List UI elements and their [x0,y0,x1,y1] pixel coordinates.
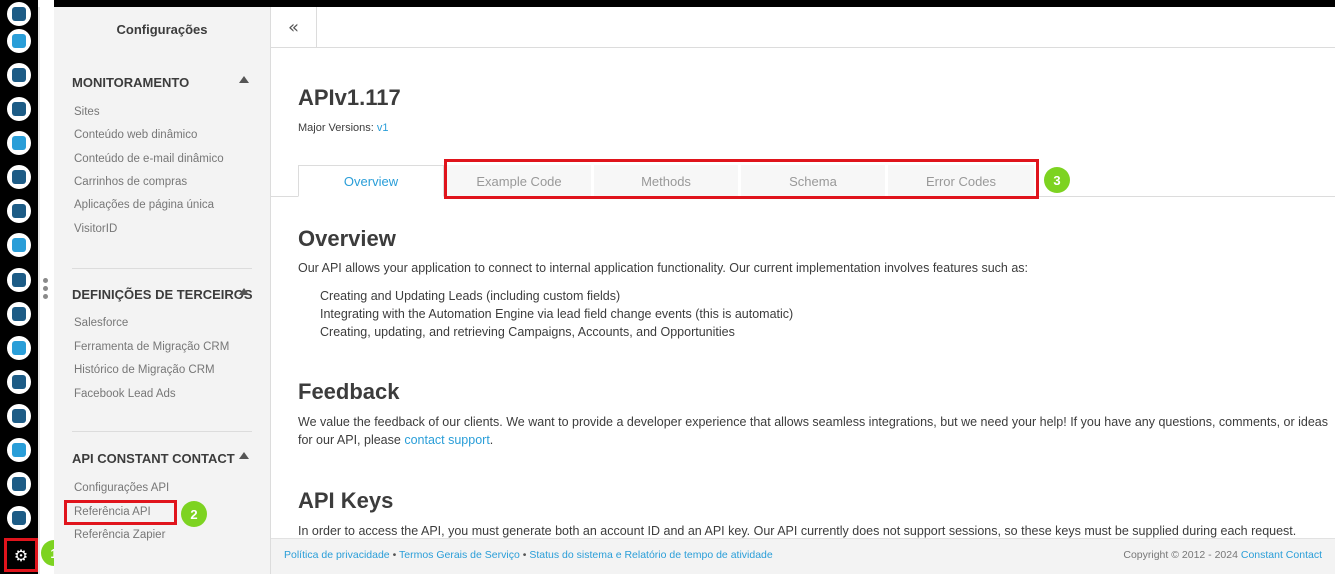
api-keys-text: In order to access the API, you must gen… [298,524,1297,538]
calendar-icon[interactable] [7,302,31,326]
section-heading-api[interactable]: API CONSTANT CONTACT [72,451,235,466]
sidebar-link-zapier-reference[interactable]: Referência Zapier [74,529,165,541]
thumbs-up-icon-glyph [12,204,26,218]
privacy-link[interactable]: Política de privacidade [284,549,390,561]
map-icon-glyph [12,34,26,48]
sidebar-title: Configurações [116,22,208,37]
sidebar-link-dynamic-email[interactable]: Conteúdo de e-mail dinâmico [74,153,224,165]
major-versions: Major Versions: v1 [298,122,389,134]
headset-icon-glyph [12,409,26,423]
overview-intro: Our API allows your application to conne… [298,261,1029,275]
api-keys-heading: API Keys [298,488,394,513]
highlight-tabs [444,159,1039,199]
chat-icon-glyph [12,170,26,184]
section-divider [72,268,252,269]
version-link-v1[interactable]: v1 [377,122,389,134]
megaphone-icon[interactable] [7,131,31,155]
footer: Política de privacidade • Termos Gerais … [271,538,1335,574]
terms-link[interactable]: Termos Gerais de Serviço [399,549,520,561]
handshake-icon[interactable] [7,336,31,360]
section-heading-third-party[interactable]: DEFINIÇÕES DE TERCEIROS [72,287,253,302]
footer-separator: • [522,549,527,561]
list-icon-glyph [12,102,26,116]
feature-item: Integrating with the Automation Engine v… [320,307,794,321]
contact-support-link[interactable]: contact support [404,433,489,447]
panel-resize-handle[interactable] [43,278,49,302]
section-heading-monitoramento[interactable]: MONITORAMENTO [72,75,189,90]
feedback-period: . [489,433,494,447]
trend-icon[interactable] [7,370,31,394]
status-link[interactable]: Status do sistema e Relatório de tempo d… [529,549,772,561]
footer-separator: • [392,549,397,561]
step-badge-3: 3 [1044,167,1070,193]
map-icon[interactable] [7,29,31,53]
calendar-icon-glyph [12,307,26,321]
sidebar-link-sites[interactable]: Sites [74,106,100,118]
caret-up-icon[interactable] [239,76,249,83]
step-badge-2: 2 [181,501,207,527]
copyright: Copyright © 2012 - 2024 Constant Contact [1123,549,1322,561]
brand-link[interactable]: Constant Contact [1241,549,1322,561]
thumbs-up-icon[interactable] [7,199,31,223]
feedback-heading: Feedback [298,379,400,404]
collapse-sidebar-button[interactable]: « [271,7,317,48]
top-bar [0,0,1335,7]
trend-icon-glyph [12,375,26,389]
tv-icon-glyph [12,238,26,252]
branch-icon-glyph [12,68,26,82]
handle-dot [43,294,48,299]
megaphone-icon-glyph [12,136,26,150]
copyright-text: Copyright © 2012 - 2024 [1123,549,1238,561]
sidebar-link-shopping-carts[interactable]: Carrinhos de compras [74,176,187,188]
versions-label: Major Versions: [298,122,374,134]
bar-chart-icon[interactable] [7,472,31,496]
overview-heading: Overview [298,226,396,251]
handle-dot [43,286,48,291]
sidebar-link-api-settings[interactable]: Configurações API [74,482,169,494]
chat-icon[interactable] [7,165,31,189]
settings-sidebar: Configurações MONITORAMENTO Sites Conteú… [54,7,270,574]
sidebar-link-crm-migration-tool[interactable]: Ferramenta de Migração CRM [74,341,229,353]
document-icon[interactable] [7,2,31,26]
document-icon-glyph [12,7,26,21]
tab-overview[interactable]: Overview [298,165,444,197]
double-chevron-left-icon: « [287,17,299,38]
section-divider [72,431,252,432]
rail-divider [38,7,40,574]
sidebar-link-facebook-lead-ads[interactable]: Facebook Lead Ads [74,388,176,400]
user-add-icon-glyph [12,443,26,457]
app-icon-rail [0,0,38,574]
sidebar-link-visitorid[interactable]: VisitorID [74,223,117,235]
plug-icon[interactable] [7,506,31,530]
caret-up-icon[interactable] [239,288,249,295]
image-icon-glyph [12,273,26,287]
branch-icon[interactable] [7,63,31,87]
list-icon[interactable] [7,97,31,121]
feedback-line2: for our API, please [298,433,401,447]
handle-dot [43,278,48,283]
main-divider [270,7,271,574]
settings-gear-icon[interactable]: ⚙ [4,538,38,572]
handshake-icon-glyph [12,341,26,355]
plug-icon-glyph [12,511,26,525]
sidebar-link-salesforce[interactable]: Salesforce [74,317,128,329]
feedback-text: We value the feedback of our clients. We… [298,413,1328,449]
user-add-icon[interactable] [7,438,31,462]
footer-links: Política de privacidade • Termos Gerais … [284,549,773,561]
header-rule [271,47,1335,48]
highlight-api-reference [64,500,177,525]
sidebar-link-crm-migration-history[interactable]: Histórico de Migração CRM [74,364,215,376]
gear-icon: ⚙ [13,545,29,565]
feature-item: Creating, updating, and retrieving Campa… [320,325,735,339]
feature-item: Creating and Updating Leads (including c… [320,289,621,303]
feedback-line1: We value the feedback of our clients. We… [298,415,1328,429]
tv-icon[interactable] [7,233,31,257]
caret-up-icon[interactable] [239,452,249,459]
headset-icon[interactable] [7,404,31,428]
page-title: APIv1.117 [298,85,401,110]
image-icon[interactable] [7,268,31,292]
sidebar-link-single-page-apps[interactable]: Aplicações de página única [74,199,214,211]
sidebar-link-dynamic-web[interactable]: Conteúdo web dinâmico [74,129,197,141]
bar-chart-icon-glyph [12,477,26,491]
